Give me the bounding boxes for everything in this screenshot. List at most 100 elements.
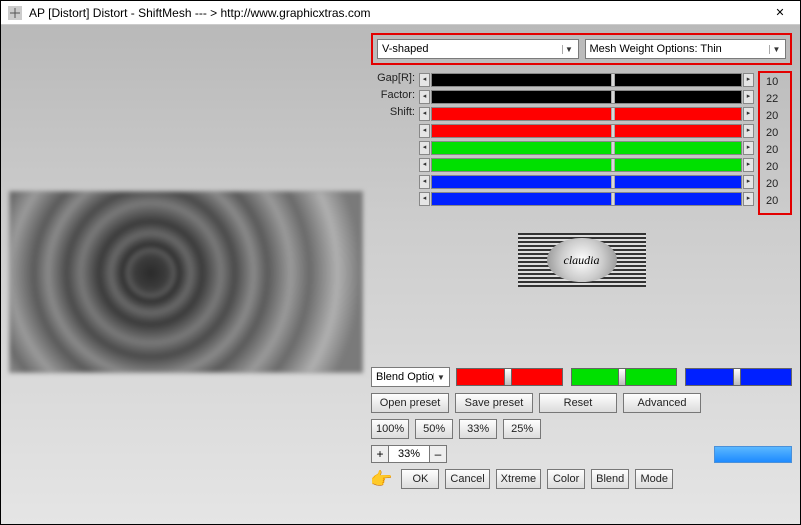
- slider-row: ◂▸: [419, 139, 754, 156]
- slider-label: Factor:: [371, 88, 415, 105]
- slider-labels: Gap[R]: Factor: Shift:: [371, 71, 415, 215]
- pct-25-button[interactable]: 25%: [503, 419, 541, 439]
- slider-decrement[interactable]: ◂: [419, 192, 430, 206]
- slider-decrement[interactable]: ◂: [419, 175, 430, 189]
- action-row: 👈 OK Cancel Xtreme Color Blend Mode: [371, 469, 792, 489]
- slider-track[interactable]: [431, 107, 742, 121]
- mesh-dropdown[interactable]: Mesh Weight Options: Thin ▼: [585, 39, 787, 59]
- blend-color-slider[interactable]: [456, 368, 563, 386]
- close-button[interactable]: ✕: [760, 1, 800, 25]
- slider-label: [371, 173, 415, 190]
- chevron-down-icon: ▼: [769, 45, 783, 54]
- blend-options-dropdown[interactable]: Blend Optio ▼: [371, 367, 450, 387]
- values-highlight: 10 22 20 20 20 20 20 20: [758, 71, 792, 215]
- blend-color-slider[interactable]: [685, 368, 792, 386]
- mesh-dropdown-value: Mesh Weight Options: Thin: [590, 43, 722, 55]
- blend-color-sliders: [456, 368, 792, 386]
- brand-logo: claudia: [518, 233, 646, 287]
- open-preset-button[interactable]: Open preset: [371, 393, 449, 413]
- slider-value: 20: [766, 143, 788, 160]
- slider-row: ◂▸: [419, 105, 754, 122]
- slider-decrement[interactable]: ◂: [419, 107, 430, 121]
- dropdowns-highlight: V-shaped ▼ Mesh Weight Options: Thin ▼: [371, 33, 792, 65]
- slider-track[interactable]: [431, 158, 742, 172]
- dropdown-row: V-shaped ▼ Mesh Weight Options: Thin ▼: [377, 39, 786, 59]
- slider-value: 20: [766, 194, 788, 211]
- slider-decrement[interactable]: ◂: [419, 90, 430, 104]
- pct-33-button[interactable]: 33%: [459, 419, 497, 439]
- slider-track[interactable]: [431, 90, 742, 104]
- slider-track[interactable]: [431, 141, 742, 155]
- ok-button[interactable]: OK: [401, 469, 439, 489]
- pct-50-button[interactable]: 50%: [415, 419, 453, 439]
- slider-label: Gap[R]:: [371, 71, 415, 88]
- left-pane: [1, 25, 371, 524]
- slider-increment[interactable]: ▸: [743, 124, 754, 138]
- right-pane: V-shaped ▼ Mesh Weight Options: Thin ▼ G…: [371, 25, 800, 524]
- pct-100-button[interactable]: 100%: [371, 419, 409, 439]
- slider-decrement[interactable]: ◂: [419, 141, 430, 155]
- slider-increment[interactable]: ▸: [743, 192, 754, 206]
- slider-track[interactable]: [431, 124, 742, 138]
- blend-color-slider[interactable]: [571, 368, 678, 386]
- slider-row: ◂▸: [419, 122, 754, 139]
- slider-row: ◂▸: [419, 173, 754, 190]
- zoom-out-button[interactable]: –: [429, 445, 447, 463]
- slider-row: ◂▸: [419, 71, 754, 88]
- zoom-row: + 33% –: [371, 445, 792, 463]
- slider-increment[interactable]: ▸: [743, 158, 754, 172]
- titlebar: AP [Distort] Distort - ShiftMesh --- > h…: [1, 1, 800, 25]
- slider-track[interactable]: [431, 73, 742, 87]
- slider-value: 20: [766, 177, 788, 194]
- pointer-icon: 👈: [371, 470, 393, 488]
- slider-tracks: ◂▸◂▸◂▸◂▸◂▸◂▸◂▸◂▸: [419, 71, 754, 215]
- slider-track[interactable]: [431, 192, 742, 206]
- shape-dropdown[interactable]: V-shaped ▼: [377, 39, 579, 59]
- slider-label: [371, 156, 415, 173]
- plugin-window: AP [Distort] Distort - ShiftMesh --- > h…: [0, 0, 801, 525]
- slider-row: ◂▸: [419, 88, 754, 105]
- slider-increment[interactable]: ▸: [743, 175, 754, 189]
- slider-value: 22: [766, 92, 788, 109]
- blend-button[interactable]: Blend: [591, 469, 629, 489]
- slider-track[interactable]: [431, 175, 742, 189]
- slider-increment[interactable]: ▸: [743, 107, 754, 121]
- close-icon: ✕: [775, 6, 784, 19]
- window-body: V-shaped ▼ Mesh Weight Options: Thin ▼ G…: [1, 25, 800, 524]
- xtreme-button[interactable]: Xtreme: [496, 469, 541, 489]
- slider-row: ◂▸: [419, 190, 754, 207]
- slider-row: ◂▸: [419, 156, 754, 173]
- slider-label: [371, 139, 415, 156]
- logo-wrapper: claudia: [371, 215, 792, 287]
- slider-value: 20: [766, 109, 788, 126]
- chevron-down-icon: ▼: [433, 373, 447, 382]
- zoom-value: 33%: [389, 445, 429, 463]
- slider-value: 20: [766, 126, 788, 143]
- percent-row: 100% 50% 33% 25%: [371, 419, 792, 439]
- save-preset-button[interactable]: Save preset: [455, 393, 533, 413]
- slider-increment[interactable]: ▸: [743, 73, 754, 87]
- preset-row: Open preset Save preset Reset Advanced: [371, 393, 792, 413]
- slider-increment[interactable]: ▸: [743, 90, 754, 104]
- slider-label: [371, 190, 415, 207]
- mode-button[interactable]: Mode: [635, 469, 673, 489]
- chevron-down-icon: ▼: [562, 45, 576, 54]
- slider-decrement[interactable]: ◂: [419, 73, 430, 87]
- slider-label: Shift:: [371, 105, 415, 122]
- sliders-area: Gap[R]: Factor: Shift: ◂▸◂▸◂▸◂▸◂▸◂▸◂▸◂▸ …: [371, 71, 792, 215]
- color-button[interactable]: Color: [547, 469, 585, 489]
- slider-decrement[interactable]: ◂: [419, 158, 430, 172]
- advanced-button[interactable]: Advanced: [623, 393, 701, 413]
- blend-options-label: Blend Optio: [376, 371, 433, 383]
- reset-button[interactable]: Reset: [539, 393, 617, 413]
- slider-decrement[interactable]: ◂: [419, 124, 430, 138]
- progress-indicator: [714, 446, 792, 463]
- zoom-control: + 33% –: [371, 445, 447, 463]
- bottom-controls: Blend Optio ▼ Open preset Save preset Re…: [371, 367, 792, 489]
- cancel-button[interactable]: Cancel: [445, 469, 489, 489]
- slider-label: [371, 122, 415, 139]
- zoom-in-button[interactable]: +: [371, 445, 389, 463]
- app-icon: [7, 5, 23, 21]
- slider-increment[interactable]: ▸: [743, 141, 754, 155]
- slider-value: 20: [766, 160, 788, 177]
